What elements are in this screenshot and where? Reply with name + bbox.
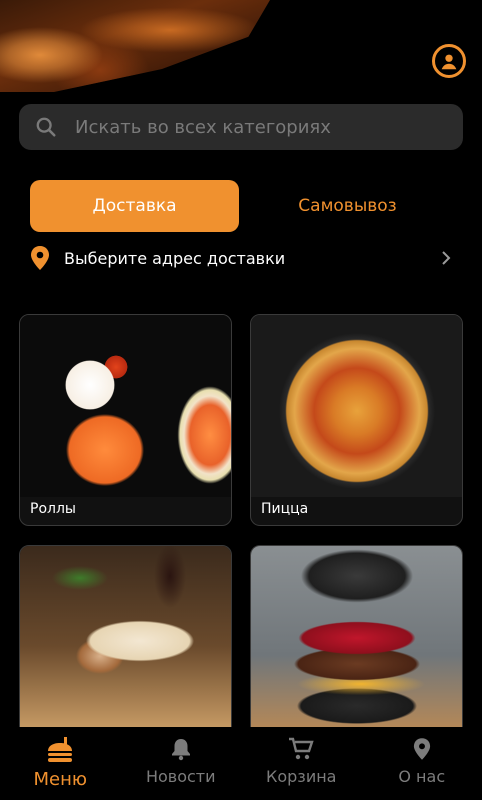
- category-card-rolls[interactable]: Роллы: [19, 314, 232, 526]
- category-card-burger[interactable]: [250, 545, 463, 757]
- nav-item-cart[interactable]: Корзина: [241, 727, 362, 800]
- delivery-address-label: Выберите адрес доставки: [64, 248, 286, 268]
- chevron-right-icon: [442, 251, 451, 265]
- search-bar[interactable]: [19, 104, 463, 150]
- location-pin-icon: [413, 738, 430, 760]
- nav-item-news[interactable]: Новости: [121, 727, 242, 800]
- profile-button[interactable]: [432, 44, 466, 78]
- pizza-image: [251, 315, 462, 497]
- tab-pickup[interactable]: Самовывоз: [243, 180, 452, 232]
- bottom-navigation: Меню Новости Корзина О нас: [0, 727, 482, 800]
- tab-delivery[interactable]: Доставка: [30, 180, 239, 232]
- search-input[interactable]: [75, 116, 435, 138]
- bell-icon: [171, 739, 190, 761]
- header-flame-image: [0, 0, 270, 92]
- user-circle-icon: [441, 54, 457, 70]
- nav-label: Корзина: [266, 767, 337, 786]
- category-card-shawarma[interactable]: [19, 545, 232, 757]
- category-card-pizza[interactable]: Пицца: [250, 314, 463, 526]
- location-pin-icon: [31, 246, 49, 270]
- burger-image: [251, 546, 462, 728]
- nav-label: Меню: [33, 769, 88, 790]
- category-name: Роллы: [30, 501, 76, 517]
- nav-item-about[interactable]: О нас: [362, 727, 482, 800]
- delivery-mode-tabs: Доставка Самовывоз: [30, 180, 452, 232]
- nav-label: Новости: [145, 767, 216, 786]
- nav-item-menu[interactable]: Меню: [0, 727, 121, 800]
- shawarma-image: [20, 546, 231, 728]
- nav-label: О нас: [398, 767, 446, 786]
- cart-icon: [289, 737, 314, 760]
- menu-food-icon: [48, 737, 73, 762]
- delivery-address-row[interactable]: Выберите адрес доставки: [30, 244, 452, 272]
- rolls-image: [20, 315, 231, 497]
- category-name: Пицца: [261, 501, 309, 517]
- search-icon: [36, 117, 56, 137]
